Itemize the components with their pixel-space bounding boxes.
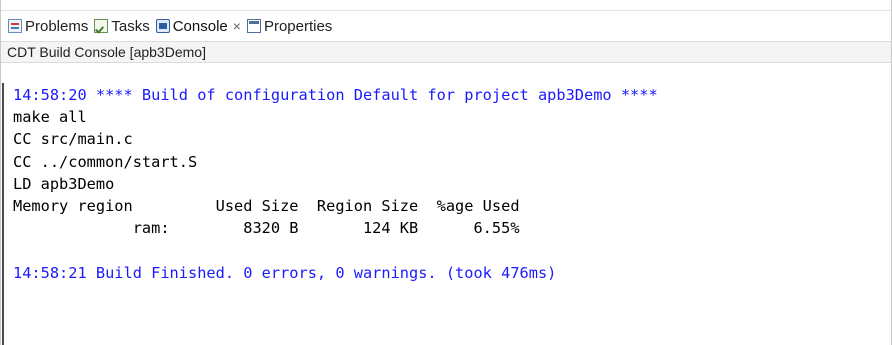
tab-console[interactable]: Console × — [153, 12, 244, 40]
console-line: 14:58:20 **** Build of configuration Def… — [13, 86, 658, 104]
console-icon — [155, 19, 170, 33]
problems-icon — [8, 19, 22, 33]
console-line: make all — [13, 108, 87, 127]
close-icon[interactable]: × — [233, 18, 241, 34]
properties-icon — [246, 19, 261, 33]
tab-problems-label: Problems — [25, 17, 89, 35]
tab-console-label: Console — [172, 17, 228, 35]
console-title: CDT Build Console [apb3Demo] — [1, 41, 891, 63]
tasks-icon — [94, 19, 109, 33]
console-line: CC src/main.c — [13, 130, 133, 149]
tab-tasks-label: Tasks — [111, 17, 150, 35]
console-line: 14:58:21 Build Finished. 0 errors, 0 war… — [13, 263, 557, 282]
top-border — [1, 0, 891, 11]
tab-properties[interactable]: Properties — [244, 12, 335, 40]
console-output[interactable]: 14:58:20 **** Build of configuration Def… — [2, 83, 891, 345]
console-view-panel: Problems Tasks Console × Properties CDT … — [0, 0, 892, 345]
tab-properties-label: Properties — [263, 17, 333, 35]
console-line: Memory region Used Size Region Size %age… — [13, 196, 520, 215]
tab-tasks[interactable]: Tasks — [91, 12, 152, 40]
console-line: ram: 8320 B 124 KB 6.55% — [13, 219, 520, 238]
console-line: CC ../common/start.S — [13, 152, 198, 171]
console-line: LD apb3Demo — [13, 174, 115, 193]
tab-problems[interactable]: Problems — [5, 12, 91, 40]
view-tab-bar: Problems Tasks Console × Properties — [1, 11, 891, 41]
